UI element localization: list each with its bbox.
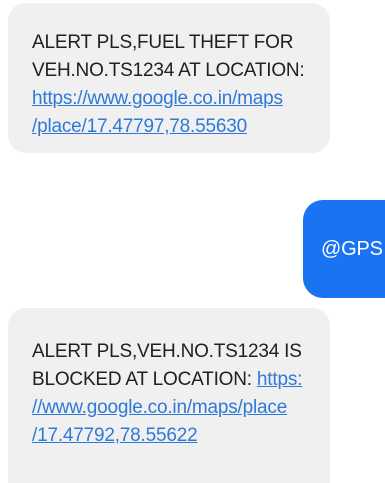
incoming-message-bubble[interactable]: ALERT PLS,FUEL THEFT FOR VEH.NO.TS1234 A… (8, 3, 330, 153)
location-link[interactable]: //www.google.co.in/maps/place (32, 394, 316, 422)
location-link[interactable]: https://www.google.co.in/maps (32, 85, 316, 113)
location-link[interactable]: /place/17.47797,78.55630 (32, 113, 316, 141)
message-text-line: ALERT PLS,VEH.NO.TS1234 IS (32, 341, 302, 362)
message-text: @GPS (321, 238, 383, 260)
message-text-line: ALERT PLS,FUEL THEFT FOR (32, 32, 294, 53)
location-link[interactable]: /17.47792,78.55622 (32, 422, 316, 450)
message-text-line: VEH.NO.TS1234 AT LOCATION: (32, 60, 305, 81)
incoming-message-bubble[interactable]: ALERT PLS,VEH.NO.TS1234 IS BLOCKED AT LO… (8, 308, 330, 483)
message-text: BLOCKED AT LOCATION: (32, 369, 257, 390)
outgoing-message-bubble[interactable]: @GPS (303, 200, 385, 298)
message-thread: ALERT PLS,FUEL THEFT FOR VEH.NO.TS1234 A… (0, 0, 385, 483)
message-text-line: BLOCKED AT LOCATION: https: (32, 366, 316, 394)
location-link[interactable]: https: (257, 369, 302, 390)
